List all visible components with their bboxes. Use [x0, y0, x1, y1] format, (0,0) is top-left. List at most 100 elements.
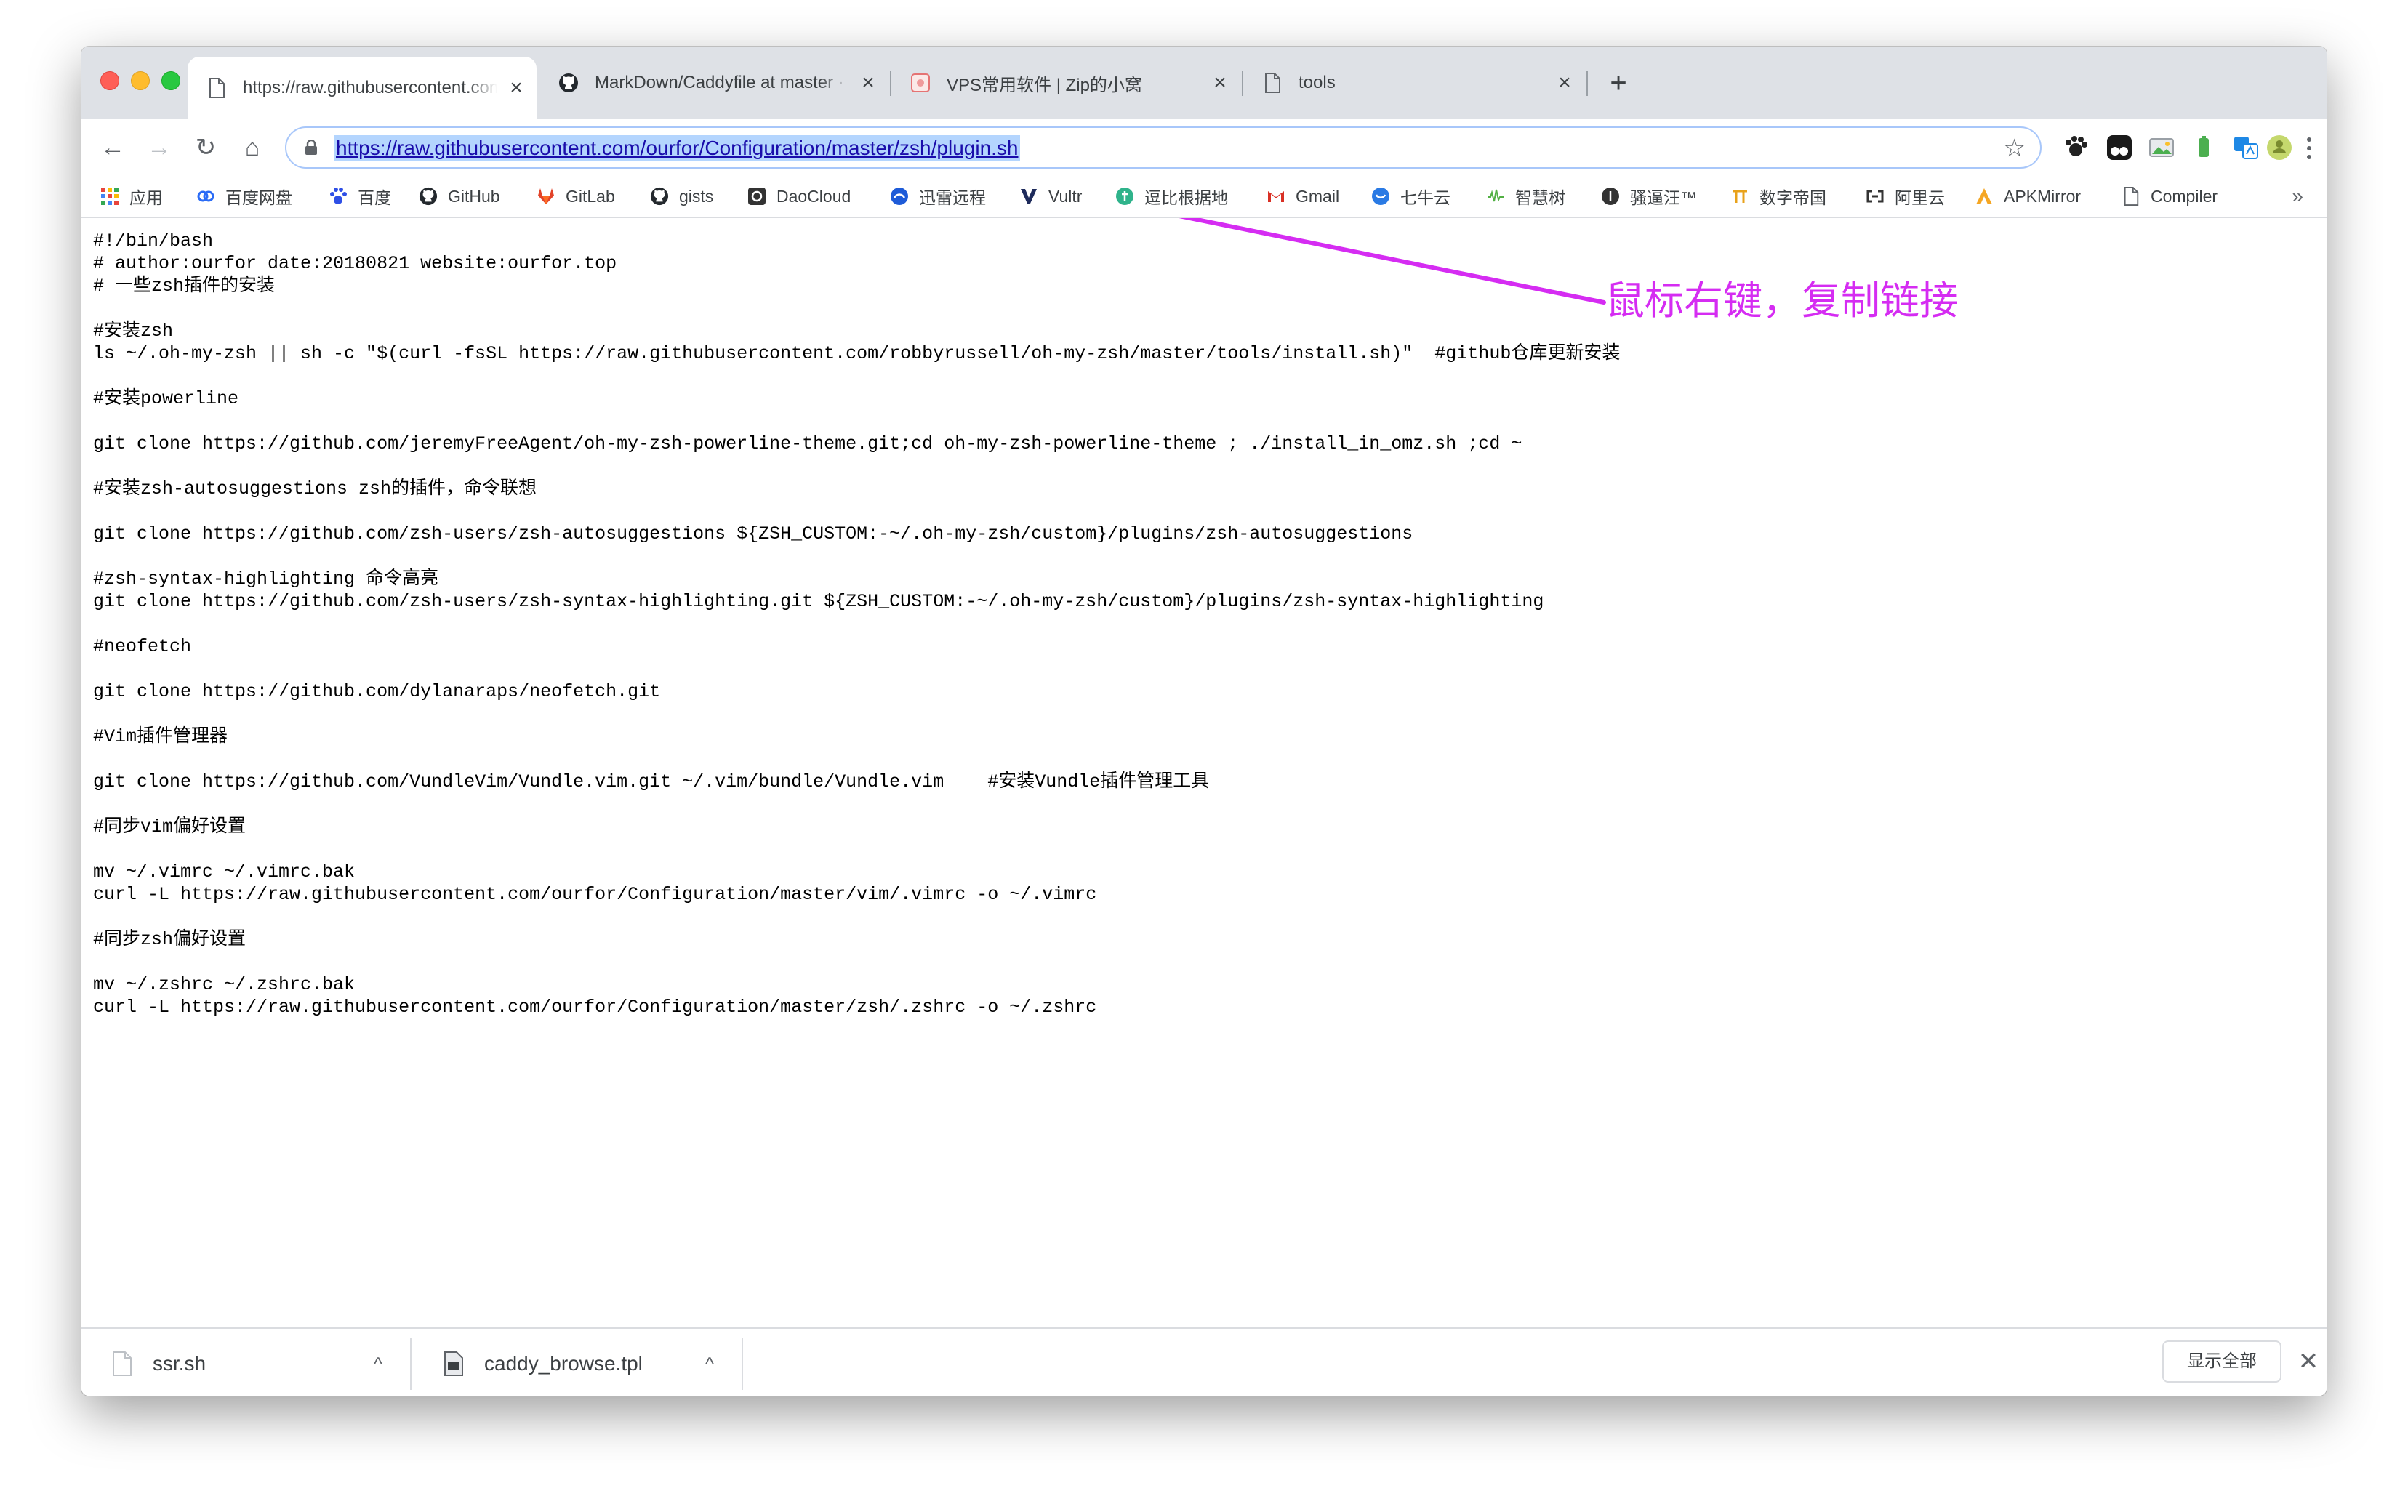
bookmark-vultr[interactable]: Vultr — [1019, 183, 1082, 209]
tab-tools[interactable]: tools × — [1243, 57, 1585, 109]
bookmark-label: Vultr — [1048, 186, 1083, 206]
bookmark-label: gists — [679, 186, 714, 206]
bookmark-daocloud[interactable]: DaoCloud — [747, 183, 851, 209]
site-icon — [910, 73, 931, 93]
github-icon — [650, 187, 669, 206]
tab-close-icon[interactable]: × — [1210, 72, 1230, 94]
bookmark-label: 应用 — [129, 188, 163, 207]
chevron-up-icon[interactable]: ^ — [695, 1353, 724, 1375]
bookmark-qiniu[interactable]: 七牛云 — [1371, 183, 1450, 209]
github-icon — [419, 187, 438, 206]
home-button[interactable]: ⌂ — [234, 129, 270, 166]
tab-strip: https://raw.githubusercontent.com/ourfor… — [81, 47, 2327, 119]
apkmirror-icon — [1975, 187, 1994, 206]
more-menu-icon[interactable] — [2302, 132, 2316, 164]
url-text[interactable]: https://raw.githubusercontent.com/ourfor… — [334, 135, 1020, 161]
close-window-button[interactable] — [100, 71, 119, 90]
file-dark-icon — [444, 1351, 464, 1376]
aliyun-icon — [1866, 187, 1885, 206]
baidu-pan-icon — [196, 187, 215, 206]
daocloud-icon — [747, 187, 766, 206]
address-bar[interactable]: https://raw.githubusercontent.com/ourfor… — [285, 126, 2042, 169]
new-tab-button[interactable]: + — [1601, 65, 1636, 100]
tab-title: https://raw.githubusercontent.com/ourfor… — [243, 78, 497, 97]
bookmark-apkmirror[interactable]: APKMirror — [1975, 183, 2081, 209]
bookmark-label: 迅雷远程 — [919, 188, 986, 207]
tab-close-icon[interactable]: × — [1554, 72, 1575, 94]
gmail-icon — [1267, 187, 1285, 206]
tab-title: VPS常用软件 | Zip的小窝 — [947, 75, 1142, 95]
bookmark-compiler[interactable]: Compiler — [2122, 183, 2218, 209]
bookmark-github[interactable]: GitHub — [419, 183, 500, 209]
tab-plugin-sh[interactable]: https://raw.githubusercontent.com/ourfor… — [188, 57, 537, 119]
close-icon[interactable]: ✕ — [2296, 1343, 2321, 1380]
back-button[interactable]: ← — [95, 129, 131, 166]
qiniu-icon — [1371, 187, 1390, 206]
profile-avatar[interactable] — [2265, 134, 2293, 161]
download-filename: caddy_browse.tpl — [484, 1352, 643, 1375]
minimize-window-button[interactable] — [131, 71, 150, 90]
bookmarks-overflow-button[interactable]: » — [2292, 183, 2303, 209]
reload-button[interactable]: ↻ — [188, 129, 224, 166]
bookmark-star-icon[interactable]: ☆ — [2004, 132, 2026, 164]
pi-icon — [1730, 187, 1749, 206]
tab-title: MarkDown/Caddyfile at master · ourfor — [595, 73, 849, 92]
file-icon — [112, 1351, 132, 1376]
tab-title: tools — [1299, 73, 1336, 92]
bookmarks-bar: 应用 百度网盘 百度 GitHub GitLab gists DaoCloud — [81, 176, 2327, 218]
bookmark-label: 百度 — [358, 188, 391, 207]
xunlei-icon — [890, 187, 909, 206]
page-content: #!/bin/bash # author:ourfor date:20180821… — [81, 218, 2327, 1375]
bookmark-label: GitHub — [448, 186, 500, 206]
show-all-downloads-button[interactable]: 显示全部 — [2162, 1340, 2281, 1383]
bookmark-saobiwang[interactable]: 骚逼汪™ — [1601, 183, 1697, 209]
bookmark-aliyun[interactable]: 阿里云 — [1866, 183, 1945, 209]
bookmark-label: 逗比根据地 — [1144, 188, 1228, 207]
bookmark-label: 智慧树 — [1515, 188, 1565, 207]
tab-close-icon[interactable]: × — [858, 72, 878, 94]
bookmark-shuzidiguo[interactable]: 数字帝国 — [1730, 183, 1826, 209]
extension-battery-icon[interactable] — [2190, 134, 2218, 161]
extension-image-icon[interactable] — [2148, 134, 2175, 161]
extension-translate-icon[interactable] — [2232, 134, 2260, 161]
bookmark-zhihuishu[interactable]: 智慧树 — [1486, 183, 1565, 209]
zoom-window-button[interactable] — [161, 71, 180, 90]
download-shelf: ssr.sh ^ caddy_browse.tpl ^ 显示全部 ✕ — [81, 1327, 2327, 1396]
bookmark-label: 数字帝国 — [1759, 188, 1826, 207]
download-item[interactable]: ssr.sh ^ — [81, 1338, 412, 1390]
dark-circle-icon — [1601, 187, 1620, 206]
lock-icon[interactable] — [304, 139, 318, 156]
extension-tampermonkey-icon[interactable] — [2106, 134, 2133, 161]
bookmark-label: 骚逼汪™ — [1630, 188, 1697, 207]
download-filename: ssr.sh — [153, 1352, 206, 1375]
tab-caddyfile[interactable]: MarkDown/Caddyfile at master · ourfor × — [539, 57, 888, 109]
bookmark-gmail[interactable]: Gmail — [1267, 183, 1339, 209]
bookmark-baidu-pan[interactable]: 百度网盘 — [196, 183, 292, 209]
chevron-up-icon[interactable]: ^ — [364, 1353, 393, 1375]
vultr-icon — [1019, 187, 1038, 206]
bookmark-label: 阿里云 — [1895, 188, 1945, 207]
bookmark-gitlab[interactable]: GitLab — [537, 183, 615, 209]
bookmark-baidu[interactable]: 百度 — [329, 183, 391, 209]
bookmark-label: APKMirror — [2004, 186, 2082, 206]
apps-grid-icon — [100, 187, 119, 206]
page-icon — [1262, 73, 1283, 93]
bookmark-doubi[interactable]: 逗比根据地 — [1115, 183, 1228, 209]
annotation-arrow-icon — [1179, 218, 1606, 305]
bookmark-apps[interactable]: 应用 — [100, 183, 163, 209]
tab-close-icon[interactable]: × — [506, 77, 526, 99]
zhihuishu-icon — [1486, 187, 1505, 206]
download-item[interactable]: caddy_browse.tpl ^ — [413, 1338, 743, 1390]
bookmark-label: 百度网盘 — [225, 188, 292, 207]
tab-separator — [1586, 71, 1588, 96]
tab-vps-software[interactable]: VPS常用软件 | Zip的小窝 × — [891, 57, 1240, 109]
bookmark-gists[interactable]: gists — [650, 183, 713, 209]
bookmark-label: GitLab — [566, 186, 615, 206]
forward-button[interactable]: → — [141, 129, 177, 166]
annotation-text: 鼠标右键，复制链接 — [1605, 278, 1959, 323]
extension-paw-icon[interactable] — [2062, 134, 2090, 161]
bookmark-label: Compiler — [2151, 186, 2218, 206]
bookmark-label: 七牛云 — [1400, 188, 1450, 207]
bookmark-xunlei[interactable]: 迅雷远程 — [890, 183, 986, 209]
doubi-icon — [1115, 187, 1134, 206]
